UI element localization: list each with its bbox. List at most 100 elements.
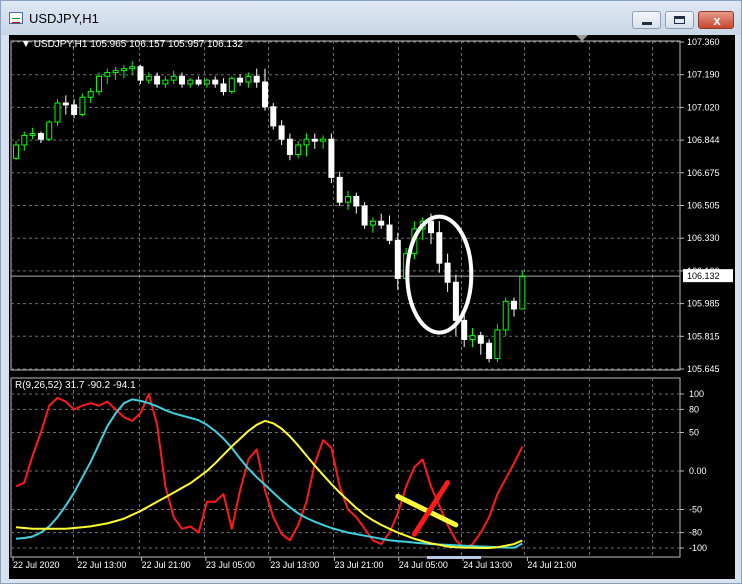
bull-candle <box>203 79 210 85</box>
bear-candle <box>477 335 484 344</box>
bear-candle <box>262 81 268 108</box>
price-label: 107.020 <box>687 102 720 112</box>
bull-candle <box>21 134 28 146</box>
bear-candle <box>237 77 244 83</box>
bull-candle <box>295 144 302 155</box>
price-label: 106.675 <box>687 168 720 178</box>
indicator-level-label: -80 <box>689 528 702 538</box>
minimize-button[interactable] <box>632 11 661 29</box>
bull-candle <box>187 79 194 85</box>
price-and-indicator-chart[interactable]: 22 Jul 2020 22 Jul 13:00 22 Jul 21:00 23 Ju… <box>9 35 735 579</box>
indicator-level-label: 100 <box>689 389 704 399</box>
price-label: 107.360 <box>687 37 720 47</box>
maximize-icon <box>674 16 685 24</box>
price-label: 107.190 <box>687 70 720 80</box>
bull-candle <box>369 220 376 226</box>
bear-candle <box>154 75 161 85</box>
price-label: 106.505 <box>687 201 720 211</box>
bull-candle <box>303 138 310 146</box>
time-label: 24 Jul 13:00 <box>463 560 512 570</box>
bull-candle <box>120 68 127 72</box>
current-price-label: 106.132 <box>687 271 720 281</box>
indicator-level-label: -100 <box>689 543 707 553</box>
bull-candle <box>170 75 177 81</box>
bull-candle <box>29 133 36 136</box>
bull-candle <box>502 300 509 331</box>
bull-candle <box>46 121 53 140</box>
scroll-position-marker <box>427 556 481 559</box>
indicator-info: R(9,26,52) 31.7 -90.2 -94.1 <box>15 380 136 391</box>
bull-candle <box>54 102 61 123</box>
price-label: 106.330 <box>687 233 720 243</box>
bear-candle <box>71 104 78 115</box>
bear-candle <box>253 75 260 83</box>
bear-candle <box>436 232 443 264</box>
close-button[interactable]: x <box>698 11 734 29</box>
bear-candle <box>461 319 468 340</box>
bull-candle <box>228 77 235 93</box>
bull-candle <box>145 75 152 81</box>
terminal-window: USDJPY,H1 x 22 Jul 2020 22 Jul 13:00 22 Ju… <box>0 0 742 584</box>
symbol-ohlc-text: USDJPY,H1 105.965 106.157 105.957 106.13… <box>33 39 244 50</box>
bear-candle <box>386 224 393 241</box>
bull-candle <box>519 276 526 310</box>
bear-candle <box>270 106 277 127</box>
bull-candle <box>345 195 351 203</box>
indicator-level-label: 80 <box>689 404 699 414</box>
bull-candle <box>13 144 19 159</box>
bear-candle <box>511 300 517 310</box>
bear-candle <box>278 125 285 140</box>
price-label: 105.815 <box>687 331 720 341</box>
price-label: 105.985 <box>687 299 720 309</box>
indicator-level-label: 0.00 <box>689 466 707 476</box>
bear-candle <box>37 133 44 140</box>
bear-candle <box>179 75 185 85</box>
price-label: 106.844 <box>687 135 720 145</box>
time-label: 23 Jul 13:00 <box>270 560 319 570</box>
bear-candle <box>286 138 293 155</box>
main-panel-border <box>10 40 681 371</box>
bear-candle <box>452 281 459 321</box>
bear-candle <box>62 102 69 106</box>
bear-candle <box>195 79 202 85</box>
bear-candle <box>361 205 368 226</box>
bear-candle <box>328 138 335 178</box>
indicator-level-label: -50 <box>689 505 702 515</box>
minimize-icon <box>642 22 652 25</box>
bear-candle <box>212 79 219 85</box>
bull-candle <box>112 70 119 74</box>
bull-candle <box>104 72 111 77</box>
bull-candle <box>320 138 327 142</box>
chart-window-icon <box>9 12 23 24</box>
bull-candle <box>245 75 252 83</box>
time-label: 23 Jul 05:00 <box>206 560 255 570</box>
chart-area[interactable]: 22 Jul 2020 22 Jul 13:00 22 Jul 21:00 23 Ju… <box>9 35 735 579</box>
bull-candle <box>162 79 169 85</box>
bear-candle <box>336 176 343 203</box>
bull-candle <box>87 91 94 98</box>
bull-candle <box>79 96 86 115</box>
maximize-button[interactable] <box>665 11 694 29</box>
time-label: 24 Jul 05:00 <box>399 560 448 570</box>
window-title: USDJPY,H1 <box>29 11 99 26</box>
bear-candle <box>353 195 360 207</box>
bear-candle <box>394 239 401 279</box>
bear-candle <box>486 342 493 360</box>
bear-candle <box>444 262 451 283</box>
title-bar[interactable]: USDJPY,H1 x <box>1 1 741 35</box>
time-label: 22 Jul 21:00 <box>142 560 191 570</box>
bear-candle <box>137 66 144 81</box>
bear-candle <box>220 83 227 93</box>
bull-candle <box>129 66 136 70</box>
price-label: 105.645 <box>687 364 720 374</box>
time-label: 24 Jul 21:00 <box>527 560 576 570</box>
time-label: 23 Jul 21:00 <box>335 560 384 570</box>
chart-shift-marker <box>576 35 588 41</box>
bull-candle <box>469 335 476 340</box>
bear-candle <box>311 138 318 142</box>
bear-candle <box>378 220 385 226</box>
bear-candle <box>428 220 434 234</box>
symbol-info[interactable]: ▼ USDJPY,H1 105.965 106.157 105.957 106.… <box>21 39 243 50</box>
collapse-arrow-icon[interactable]: ▼ <box>21 39 31 50</box>
time-label: 22 Jul 13:00 <box>77 560 126 570</box>
